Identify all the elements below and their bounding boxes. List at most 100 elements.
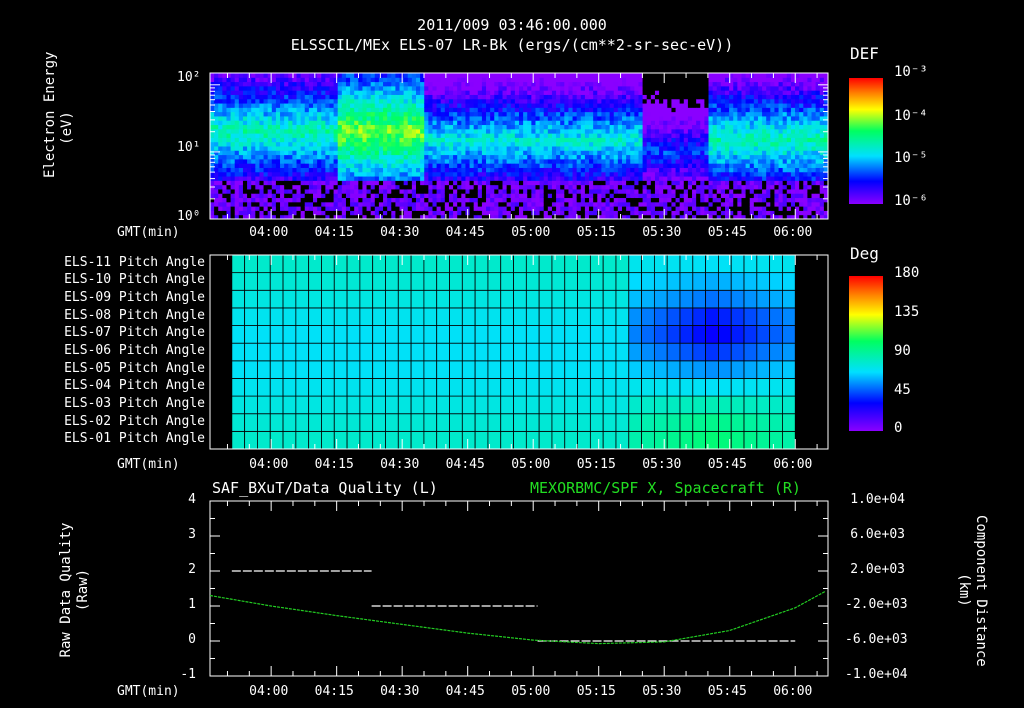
spectrogram-cell: [383, 141, 388, 147]
spectrogram-cell: [453, 133, 458, 138]
spectrogram-cell: [362, 133, 368, 138]
spectrogram-cell: [749, 184, 755, 190]
spectrogram-cell: [737, 163, 742, 168]
spectrogram-cell: [428, 120, 433, 126]
spectrogram-cell: [461, 77, 466, 83]
spectrogram-cell: [584, 98, 590, 104]
spectrogram-cell: [613, 98, 619, 104]
spectrogram-cell: [795, 150, 800, 156]
spectrogram-cell: [749, 171, 755, 177]
spectrogram-cell: [416, 150, 421, 156]
spectrogram-cell: [247, 120, 252, 126]
spectrogram-cell: [490, 171, 495, 177]
spectrogram-cell: [374, 210, 380, 216]
spectrogram-cell: [790, 197, 796, 203]
spectrogram-cell: [481, 137, 487, 143]
spectrogram-cell: [263, 167, 269, 173]
spectrogram-cell: [654, 163, 660, 168]
spectrogram-cell: [708, 150, 714, 156]
spectrogram-cell: [692, 124, 697, 130]
spectrogram-cell: [411, 73, 417, 78]
spectrogram-cell: [502, 77, 508, 83]
spectrogram-cell: [494, 201, 499, 207]
spectrogram-cell: [766, 111, 771, 117]
spectrogram-cell: [403, 107, 409, 113]
spectrogram-cell: [704, 184, 710, 190]
spectrogram-cell: [366, 206, 372, 211]
spectrogram-cell: [378, 124, 384, 130]
spectrogram-cell: [473, 210, 479, 216]
spectrogram-cell: [757, 94, 763, 100]
spectrogram-cell: [333, 146, 339, 151]
spectrogram-cell: [432, 154, 438, 160]
spectrogram-cell: [337, 81, 343, 87]
spectrogram-cell: [436, 133, 442, 138]
spectrogram-cell: [795, 103, 800, 108]
spectrogram-cell: [366, 171, 372, 177]
spectrogram-cell: [597, 146, 602, 151]
spectrogram-cell: [725, 128, 730, 134]
spectrogram-cell: [317, 94, 322, 100]
spectrogram-cell: [786, 180, 792, 186]
spectrogram-cell: [712, 154, 718, 160]
spectrogram-cell: [741, 154, 747, 160]
spectrogram-cell: [737, 193, 742, 199]
spectrogram-cell: [766, 154, 771, 160]
spectrogram-cell: [514, 206, 520, 211]
spectrogram-cell: [580, 197, 586, 203]
spectrogram-cell: [321, 206, 326, 211]
spectrogram-cell: [564, 90, 569, 95]
spectrogram-cell: [692, 180, 697, 186]
spectrogram-cell: [576, 81, 582, 87]
spectrogram-cell: [387, 90, 392, 95]
spectrogram-cell: [481, 111, 487, 117]
spectrogram-cell: [214, 146, 219, 151]
spectrogram-cell: [226, 171, 232, 177]
spectrogram-cell: [729, 103, 734, 108]
spectrogram-cell: [626, 137, 631, 143]
spectrogram-cell: [214, 201, 219, 207]
spectrogram-cell: [609, 184, 615, 190]
spectrogram-cell: [650, 176, 656, 181]
spectrogram-cell: [766, 98, 771, 104]
spectrogram-cell: [275, 124, 281, 130]
spectrogram-cell: [733, 197, 738, 203]
spectrogram-cell: [226, 81, 232, 87]
spectrogram-cell: [374, 167, 380, 173]
spectrogram-cell: [341, 94, 347, 100]
spectrogram-cell: [370, 137, 376, 143]
spectrogram-cell: [226, 188, 232, 194]
spectrogram-cell: [519, 90, 524, 95]
spectrogram-cell: [296, 180, 302, 186]
spectrogram-cell: [683, 81, 689, 87]
spectrogram-cell: [210, 180, 215, 186]
spectrogram-cell: [366, 115, 372, 121]
spectrogram-cell: [506, 167, 512, 173]
spectrogram-cell: [675, 184, 681, 190]
spectrogram-cell: [605, 115, 611, 121]
spectrogram-cell: [712, 146, 718, 151]
spectrogram-cell: [795, 193, 800, 199]
spectrogram-cell: [391, 137, 396, 143]
spectrogram-cell: [733, 141, 738, 147]
spectrogram-cell: [609, 146, 615, 151]
spectrogram-cell: [519, 176, 524, 181]
spectrogram-cell: [770, 206, 775, 211]
spectrogram-cell: [564, 124, 569, 130]
spectrogram-cell: [255, 111, 260, 117]
spectrogram-cell: [461, 163, 466, 168]
spectrogram-cell: [304, 137, 310, 143]
spectrogram-cell: [737, 85, 742, 91]
spectrogram-cell: [469, 188, 475, 194]
spectrogram-cell: [704, 167, 710, 173]
spectrogram-cell: [383, 180, 388, 186]
spectrogram-cell: [411, 158, 417, 164]
spectrogram-cell: [411, 120, 417, 126]
spectrogram-cell: [729, 171, 734, 177]
spectrogram-cell: [230, 85, 236, 91]
spectrogram-cell: [440, 180, 446, 186]
spectrogram-cell: [597, 197, 602, 203]
spectrogram-cell: [374, 128, 380, 134]
spectrogram-cell: [568, 171, 574, 177]
spectrogram-cell: [321, 128, 326, 134]
